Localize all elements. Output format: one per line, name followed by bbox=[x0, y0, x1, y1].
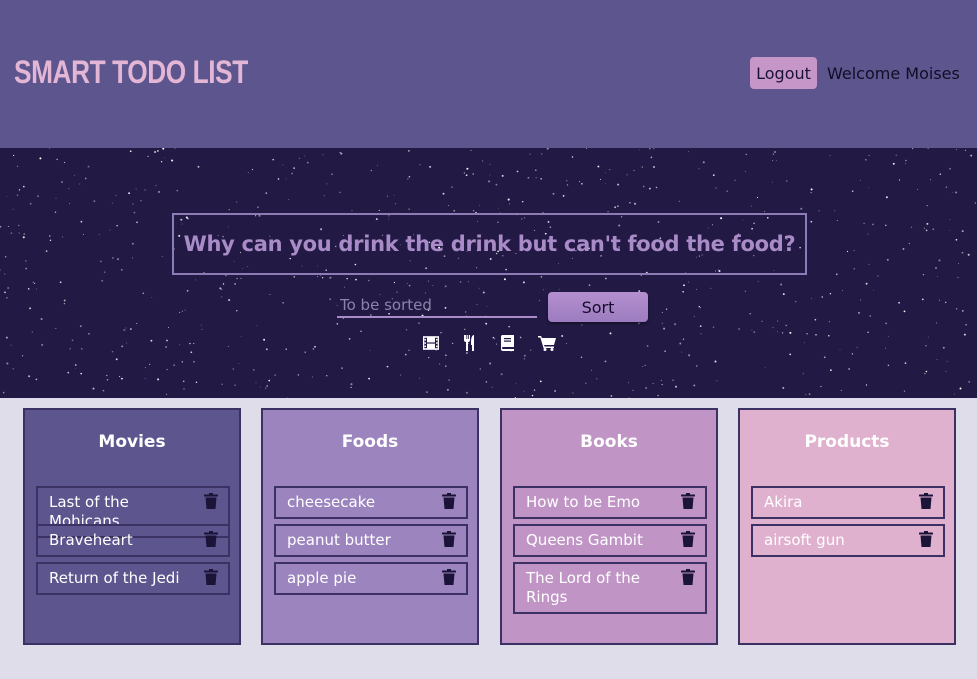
utensils-icon[interactable] bbox=[460, 334, 480, 352]
products-list-card: Products Akira airsoft gun bbox=[738, 408, 956, 645]
list-item: Return of the Jedi bbox=[36, 562, 230, 595]
list-item-text: Akira bbox=[764, 493, 803, 511]
list-title: Movies bbox=[98, 432, 166, 452]
trash-icon[interactable] bbox=[919, 493, 933, 509]
list-item: Akira bbox=[751, 486, 945, 519]
trash-icon[interactable] bbox=[681, 531, 695, 547]
list-item: peanut butter bbox=[274, 524, 468, 557]
list-item-text: peanut butter bbox=[287, 531, 391, 549]
trash-icon[interactable] bbox=[442, 493, 456, 509]
list-title: Products bbox=[804, 432, 890, 452]
list-item: The Lord of the Rings bbox=[513, 562, 707, 614]
list-item-text: Queens Gambit bbox=[526, 531, 643, 549]
list-item-text: How to be Emo bbox=[526, 493, 641, 511]
todo-input[interactable] bbox=[337, 294, 537, 318]
book-icon[interactable] bbox=[497, 334, 517, 352]
cart-icon[interactable] bbox=[537, 334, 557, 352]
film-icon[interactable] bbox=[421, 334, 441, 352]
list-item-text: airsoft gun bbox=[764, 531, 845, 549]
hero-section: Why can you drink the drink but can't fo… bbox=[0, 148, 977, 398]
random-question: Why can you drink the drink but can't fo… bbox=[183, 232, 796, 256]
list-item-text: Return of the Jedi bbox=[49, 569, 180, 587]
list-item-text: apple pie bbox=[287, 569, 357, 587]
list-item-text: cheesecake bbox=[287, 493, 376, 511]
list-title: Books bbox=[580, 432, 638, 452]
list-item-text: The Lord of the Rings bbox=[526, 569, 640, 606]
list-item: How to be Emo bbox=[513, 486, 707, 519]
list-item: Braveheart bbox=[36, 524, 230, 557]
trash-icon[interactable] bbox=[204, 531, 218, 547]
question-box: Why can you drink the drink but can't fo… bbox=[172, 213, 807, 275]
list-item: airsoft gun bbox=[751, 524, 945, 557]
trash-icon[interactable] bbox=[204, 569, 218, 585]
movies-list-card: Movies Last of the Mohicans Braveheart R… bbox=[23, 408, 241, 645]
list-item: Queens Gambit bbox=[513, 524, 707, 557]
list-item: apple pie bbox=[274, 562, 468, 595]
logout-button[interactable]: Logout bbox=[750, 57, 817, 89]
trash-icon[interactable] bbox=[204, 493, 218, 509]
trash-icon[interactable] bbox=[919, 531, 933, 547]
list-title: Foods bbox=[341, 432, 399, 452]
list-item-text: Braveheart bbox=[49, 531, 133, 549]
books-list-card: Books How to be Emo Queens Gambit The Lo… bbox=[500, 408, 718, 645]
sort-button[interactable]: Sort bbox=[548, 292, 648, 322]
list-item: cheesecake bbox=[274, 486, 468, 519]
trash-icon[interactable] bbox=[442, 569, 456, 585]
trash-icon[interactable] bbox=[681, 569, 695, 585]
trash-icon[interactable] bbox=[681, 493, 695, 509]
trash-icon[interactable] bbox=[442, 531, 456, 547]
welcome-message: Welcome Moises bbox=[827, 64, 960, 83]
brand-logo[interactable]: SMART TODO LIST bbox=[14, 54, 248, 91]
app-header: SMART TODO LIST Logout Welcome Moises bbox=[0, 0, 977, 148]
foods-list-card: Foods cheesecake peanut butter apple pie bbox=[261, 408, 479, 645]
